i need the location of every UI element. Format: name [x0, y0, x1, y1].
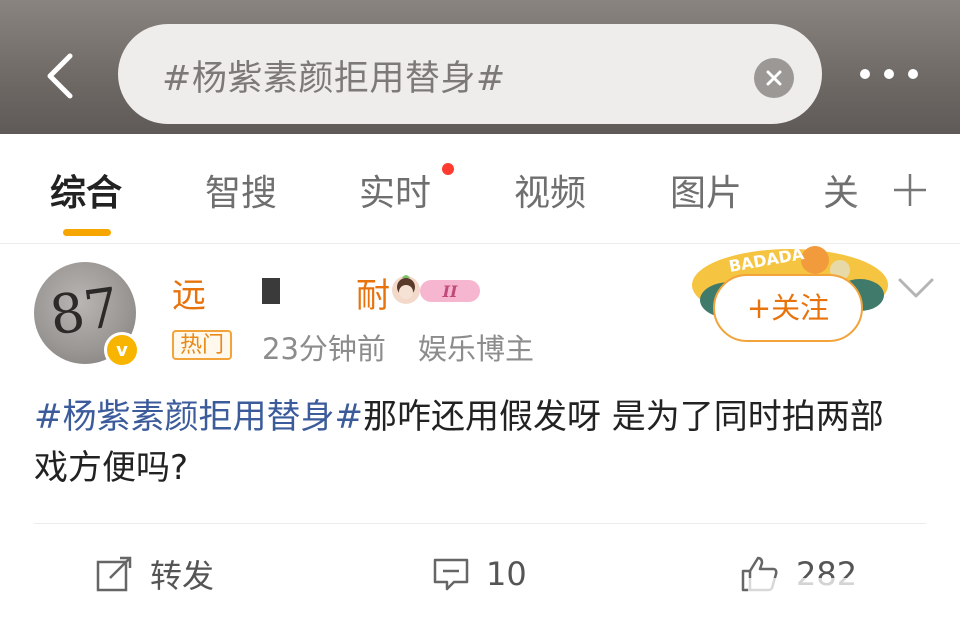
divider: [34, 523, 926, 524]
notification-dot: [442, 163, 454, 175]
tab-comprehensive[interactable]: 综合: [50, 164, 122, 216]
username-start: 远: [172, 276, 206, 316]
post-time: 23分钟前: [262, 332, 386, 366]
level-badge: II: [392, 275, 480, 304]
search-tabs: [0, 134, 960, 244]
username-blur: [210, 270, 310, 310]
clear-search-button[interactable]: [754, 58, 794, 98]
repost-label: 转发: [150, 557, 215, 595]
search-input[interactable]: #杨紫素颜拒用替身#: [118, 24, 822, 124]
more-options-button[interactable]: [854, 60, 924, 88]
close-icon: [766, 70, 782, 86]
comment-button[interactable]: 10: [432, 552, 527, 596]
tab-realtime[interactable]: 实时: [359, 164, 431, 216]
level-badge-text: II: [442, 282, 458, 301]
search-header: #杨紫素颜拒用替身#: [0, 0, 960, 134]
tab-scroll-fade: [850, 150, 894, 230]
comment-count: 10: [486, 555, 527, 593]
hot-tag: 热门: [172, 330, 233, 360]
author-role: 娱乐博主: [418, 332, 535, 366]
search-query[interactable]: #杨紫素颜拒用替身#: [162, 50, 506, 101]
comment-icon: [433, 558, 469, 591]
post-content: #杨紫素颜拒用替身#那咋还用假发呀 是为了同时拍两部戏方便吗?: [34, 392, 914, 494]
tab-video[interactable]: 视频: [514, 164, 586, 216]
share-icon: [96, 556, 132, 592]
tab-smart-search[interactable]: 智搜: [205, 164, 277, 216]
post-hashtag[interactable]: #杨紫素颜拒用替身#: [34, 397, 363, 437]
chevron-down-icon[interactable]: [896, 272, 936, 304]
repost-button[interactable]: 转发: [96, 552, 214, 596]
more-dot: [908, 69, 918, 79]
chevron-left-icon: [47, 53, 73, 99]
tab-images[interactable]: 图片: [670, 164, 742, 216]
verified-badge: v: [104, 332, 140, 368]
back-button[interactable]: [34, 48, 84, 104]
watermark-overlay: [748, 578, 948, 610]
more-dot: [884, 69, 894, 79]
plus-icon[interactable]: [892, 172, 928, 208]
active-tab-indicator: [63, 229, 111, 236]
follow-button[interactable]: +关注: [713, 274, 863, 342]
more-dot: [860, 69, 870, 79]
